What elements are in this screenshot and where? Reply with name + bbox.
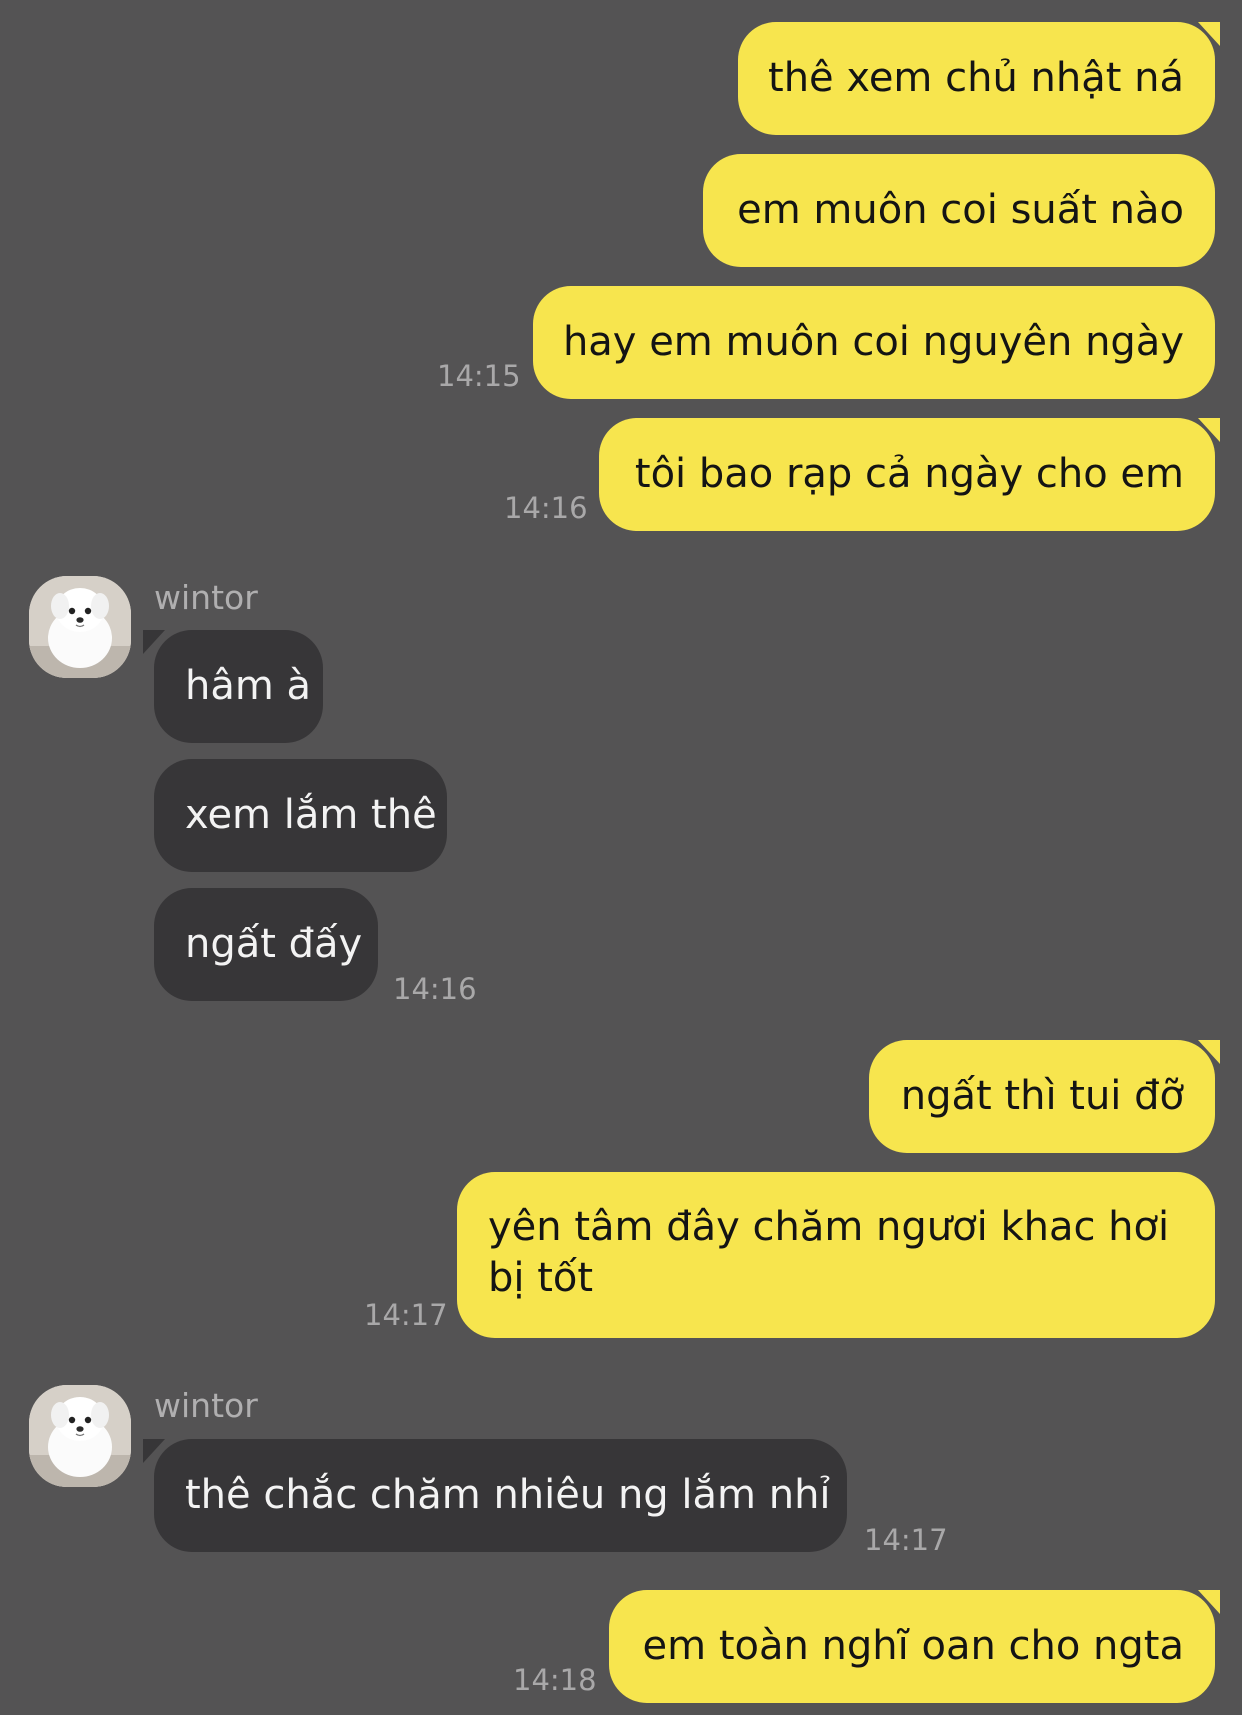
message-timestamp: 14:15 <box>437 359 521 393</box>
white-dog-avatar-icon <box>29 576 131 678</box>
bubble-tail <box>1198 1040 1220 1064</box>
bubble-tail <box>1198 1590 1220 1614</box>
message-bubble-sent[interactable]: em muôn coi suất nào <box>703 154 1215 267</box>
message-text: em toàn nghĩ oan cho ngta <box>642 1623 1184 1669</box>
message-text: ngất thì tui đỡ <box>900 1073 1184 1119</box>
message-bubble-sent[interactable]: thê xem chủ nhật ná <box>738 22 1215 135</box>
message-text: thê chắc chăm nhiêu ng lắm nhỉ <box>185 1472 831 1518</box>
message-bubble-received[interactable]: hâm à <box>154 630 323 743</box>
message-text: em muôn coi suất nào <box>737 187 1184 233</box>
message-bubble-received[interactable]: xem lắm thê <box>154 759 447 872</box>
bubble-tail <box>1198 22 1220 46</box>
message-bubble-sent[interactable]: hay em muôn coi nguyên ngày <box>533 286 1215 399</box>
sender-name: wintor <box>154 578 258 617</box>
message-bubble-sent[interactable]: yên tâm đây chăm ngươi khac hơi bị tốt <box>457 1172 1215 1338</box>
bubble-tail <box>143 630 165 654</box>
message-text: hâm à <box>185 663 312 709</box>
sender-avatar[interactable] <box>29 576 131 678</box>
message-text: tôi bao rạp cả ngày cho em <box>634 451 1184 497</box>
message-text: thê xem chủ nhật ná <box>768 55 1184 101</box>
message-timestamp: 14:17 <box>364 1298 448 1332</box>
message-bubble-received[interactable]: ngất đấy <box>154 888 378 1001</box>
message-text: hay em muôn coi nguyên ngày <box>562 319 1184 365</box>
message-text: ngất đấy <box>185 921 363 967</box>
white-dog-avatar-icon <box>29 1385 131 1487</box>
message-timestamp: 14:16 <box>504 491 588 525</box>
message-text: xem lắm thê <box>185 792 437 838</box>
bubble-tail <box>1198 418 1220 442</box>
message-bubble-received[interactable]: thê chắc chăm nhiêu ng lắm nhỉ <box>154 1439 847 1552</box>
message-timestamp: 14:16 <box>393 972 477 1006</box>
message-timestamp: 14:17 <box>864 1523 948 1557</box>
message-bubble-sent[interactable]: ngất thì tui đỡ <box>869 1040 1215 1153</box>
message-bubble-sent[interactable]: em toàn nghĩ oan cho ngta <box>609 1590 1215 1703</box>
bubble-tail <box>143 1439 165 1463</box>
message-timestamp: 14:18 <box>513 1663 597 1697</box>
message-text: yên tâm đây chăm ngươi khac hơi bị tốt <box>488 1204 1170 1301</box>
message-bubble-sent[interactable]: tôi bao rạp cả ngày cho em <box>599 418 1215 531</box>
sender-name: wintor <box>154 1386 258 1425</box>
sender-avatar[interactable] <box>29 1385 131 1487</box>
